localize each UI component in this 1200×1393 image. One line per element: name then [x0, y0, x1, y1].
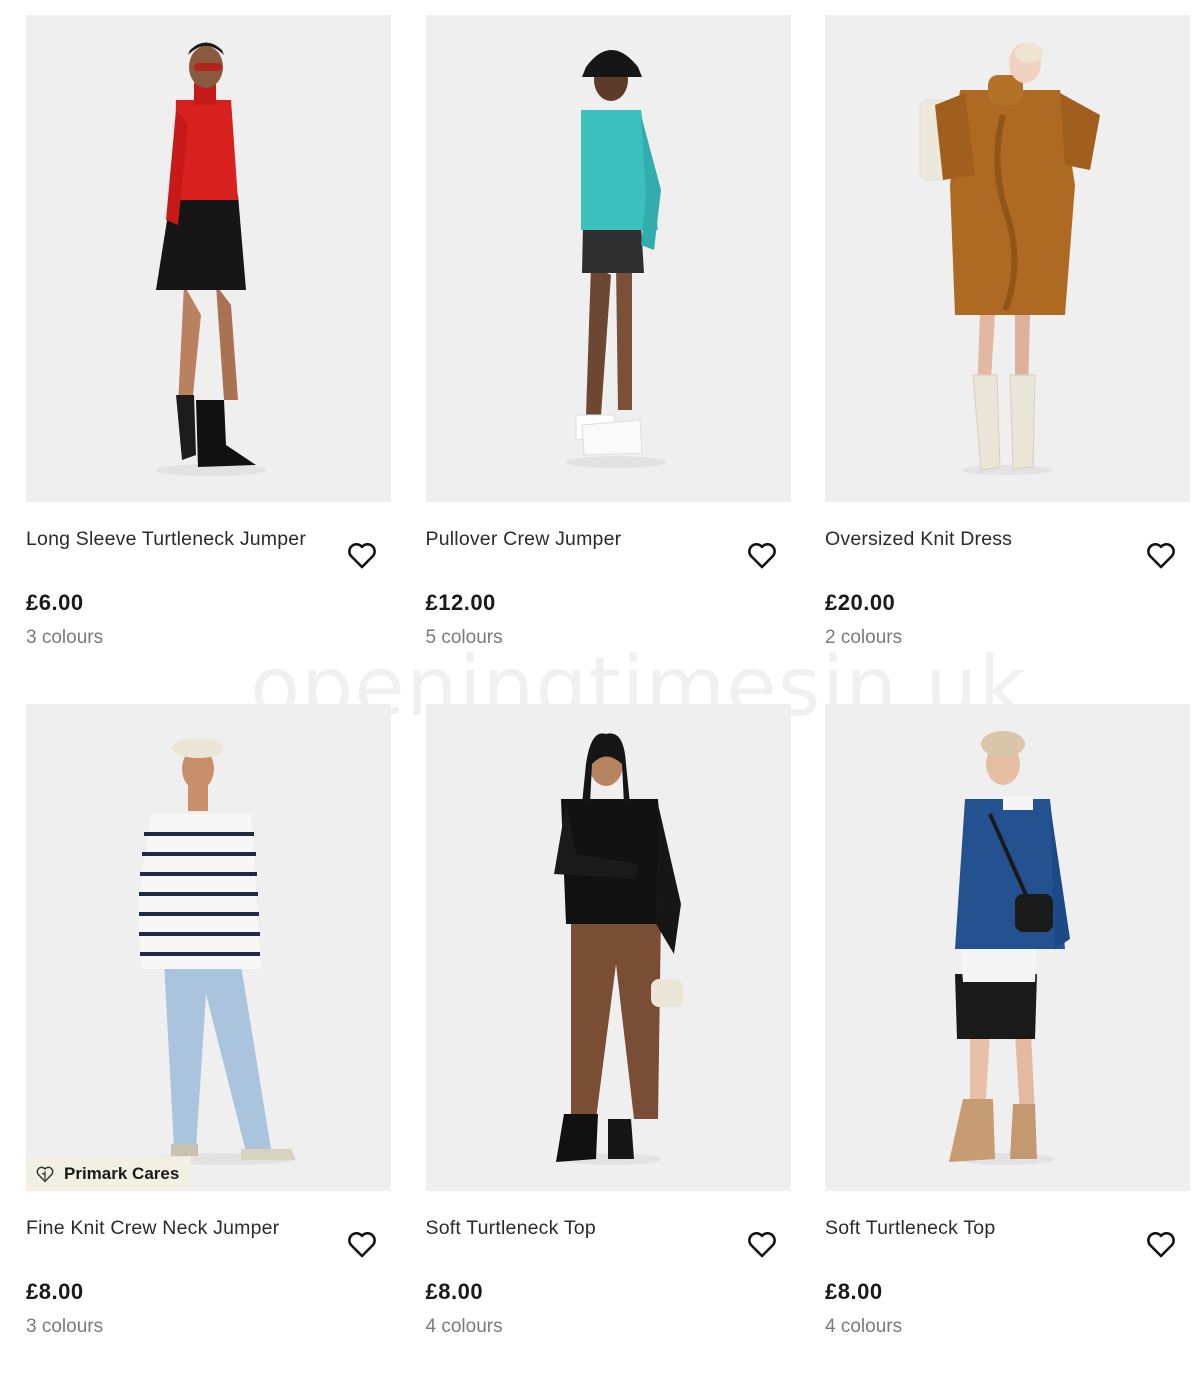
product-name[interactable]: Soft Turtleneck Top — [426, 1217, 596, 1240]
product-name[interactable]: Long Sleeve Turtleneck Jumper — [26, 528, 306, 551]
product-price: £8.00 — [425, 1279, 484, 1304]
heart-outline-icon — [348, 1232, 376, 1258]
heart-outline-icon — [747, 1232, 776, 1258]
product-image[interactable]: Primark Cares — [26, 704, 391, 1191]
product-info: Pullover Crew Jumper £12.00 5 colours — [426, 502, 791, 704]
product-info: Fine Knit Crew Neck Jumper £8.00 3 colou… — [26, 1191, 391, 1393]
product-info: Oversized Knit Dress £20.00 2 colours — [825, 502, 1190, 704]
product-price: £12.00 — [425, 590, 496, 615]
model-illustration-knit-dress — [825, 15, 1190, 502]
product-colours: 5 colours — [425, 627, 503, 648]
product-card[interactable]: Pullover Crew Jumper £12.00 5 colours — [425, 15, 791, 704]
favourite-button[interactable] — [1144, 1227, 1178, 1261]
product-colours: 4 colours — [425, 1316, 503, 1337]
heart-outline-icon — [1147, 1232, 1175, 1258]
product-info: Soft Turtleneck Top £8.00 4 colours — [825, 1191, 1190, 1393]
heart-outline-icon — [1147, 543, 1175, 569]
model-illustration-red-turtleneck — [26, 15, 391, 502]
product-card[interactable]: Oversized Knit Dress £20.00 2 colours — [825, 15, 1190, 704]
product-info: Long Sleeve Turtleneck Jumper £6.00 3 co… — [26, 502, 391, 704]
product-card[interactable]: Primark Cares Fine Knit Crew Neck Jumper… — [26, 704, 391, 1393]
product-card[interactable]: Long Sleeve Turtleneck Jumper £6.00 3 co… — [26, 15, 391, 704]
product-card[interactable]: Soft Turtleneck Top £8.00 4 colours — [825, 704, 1190, 1393]
product-image[interactable] — [26, 15, 391, 502]
product-price: £8.00 — [825, 1279, 883, 1304]
product-name[interactable]: Fine Knit Crew Neck Jumper — [26, 1217, 279, 1240]
product-grid: Long Sleeve Turtleneck Jumper £6.00 3 co… — [26, 15, 1190, 1393]
model-illustration-black-top — [425, 704, 791, 1191]
product-name[interactable]: Oversized Knit Dress — [825, 528, 1012, 551]
favourite-button[interactable] — [345, 1227, 379, 1261]
favourite-button[interactable] — [745, 1227, 779, 1261]
product-name[interactable]: Pullover Crew Jumper — [426, 528, 622, 551]
heart-outline-icon — [348, 543, 376, 569]
product-image[interactable] — [825, 704, 1190, 1191]
product-colours: 4 colours — [825, 1316, 903, 1337]
primark-cares-badge: Primark Cares — [26, 1157, 192, 1191]
model-illustration-blue-jumper — [825, 704, 1190, 1191]
product-colours: 3 colours — [26, 627, 104, 648]
heart-leaf-icon — [36, 1166, 54, 1183]
badge-label: Primark Cares — [64, 1164, 180, 1183]
product-price: £8.00 — [26, 1279, 84, 1304]
product-image[interactable] — [425, 704, 791, 1191]
heart-outline-icon — [747, 543, 776, 569]
favourite-button[interactable] — [345, 538, 379, 572]
product-image[interactable] — [825, 15, 1190, 502]
product-image[interactable] — [425, 15, 791, 502]
favourite-button[interactable] — [1144, 538, 1178, 572]
product-price: £6.00 — [26, 590, 84, 615]
product-card[interactable]: Soft Turtleneck Top £8.00 4 colours — [425, 704, 791, 1393]
product-colours: 3 colours — [26, 1316, 104, 1337]
model-illustration-turquoise-jumper — [425, 15, 791, 502]
product-colours: 2 colours — [825, 627, 903, 648]
product-name[interactable]: Soft Turtleneck Top — [825, 1217, 995, 1240]
product-price: £20.00 — [825, 590, 896, 615]
favourite-button[interactable] — [745, 538, 779, 572]
product-info: Soft Turtleneck Top £8.00 4 colours — [426, 1191, 791, 1393]
model-illustration-striped-jumper — [26, 704, 391, 1191]
